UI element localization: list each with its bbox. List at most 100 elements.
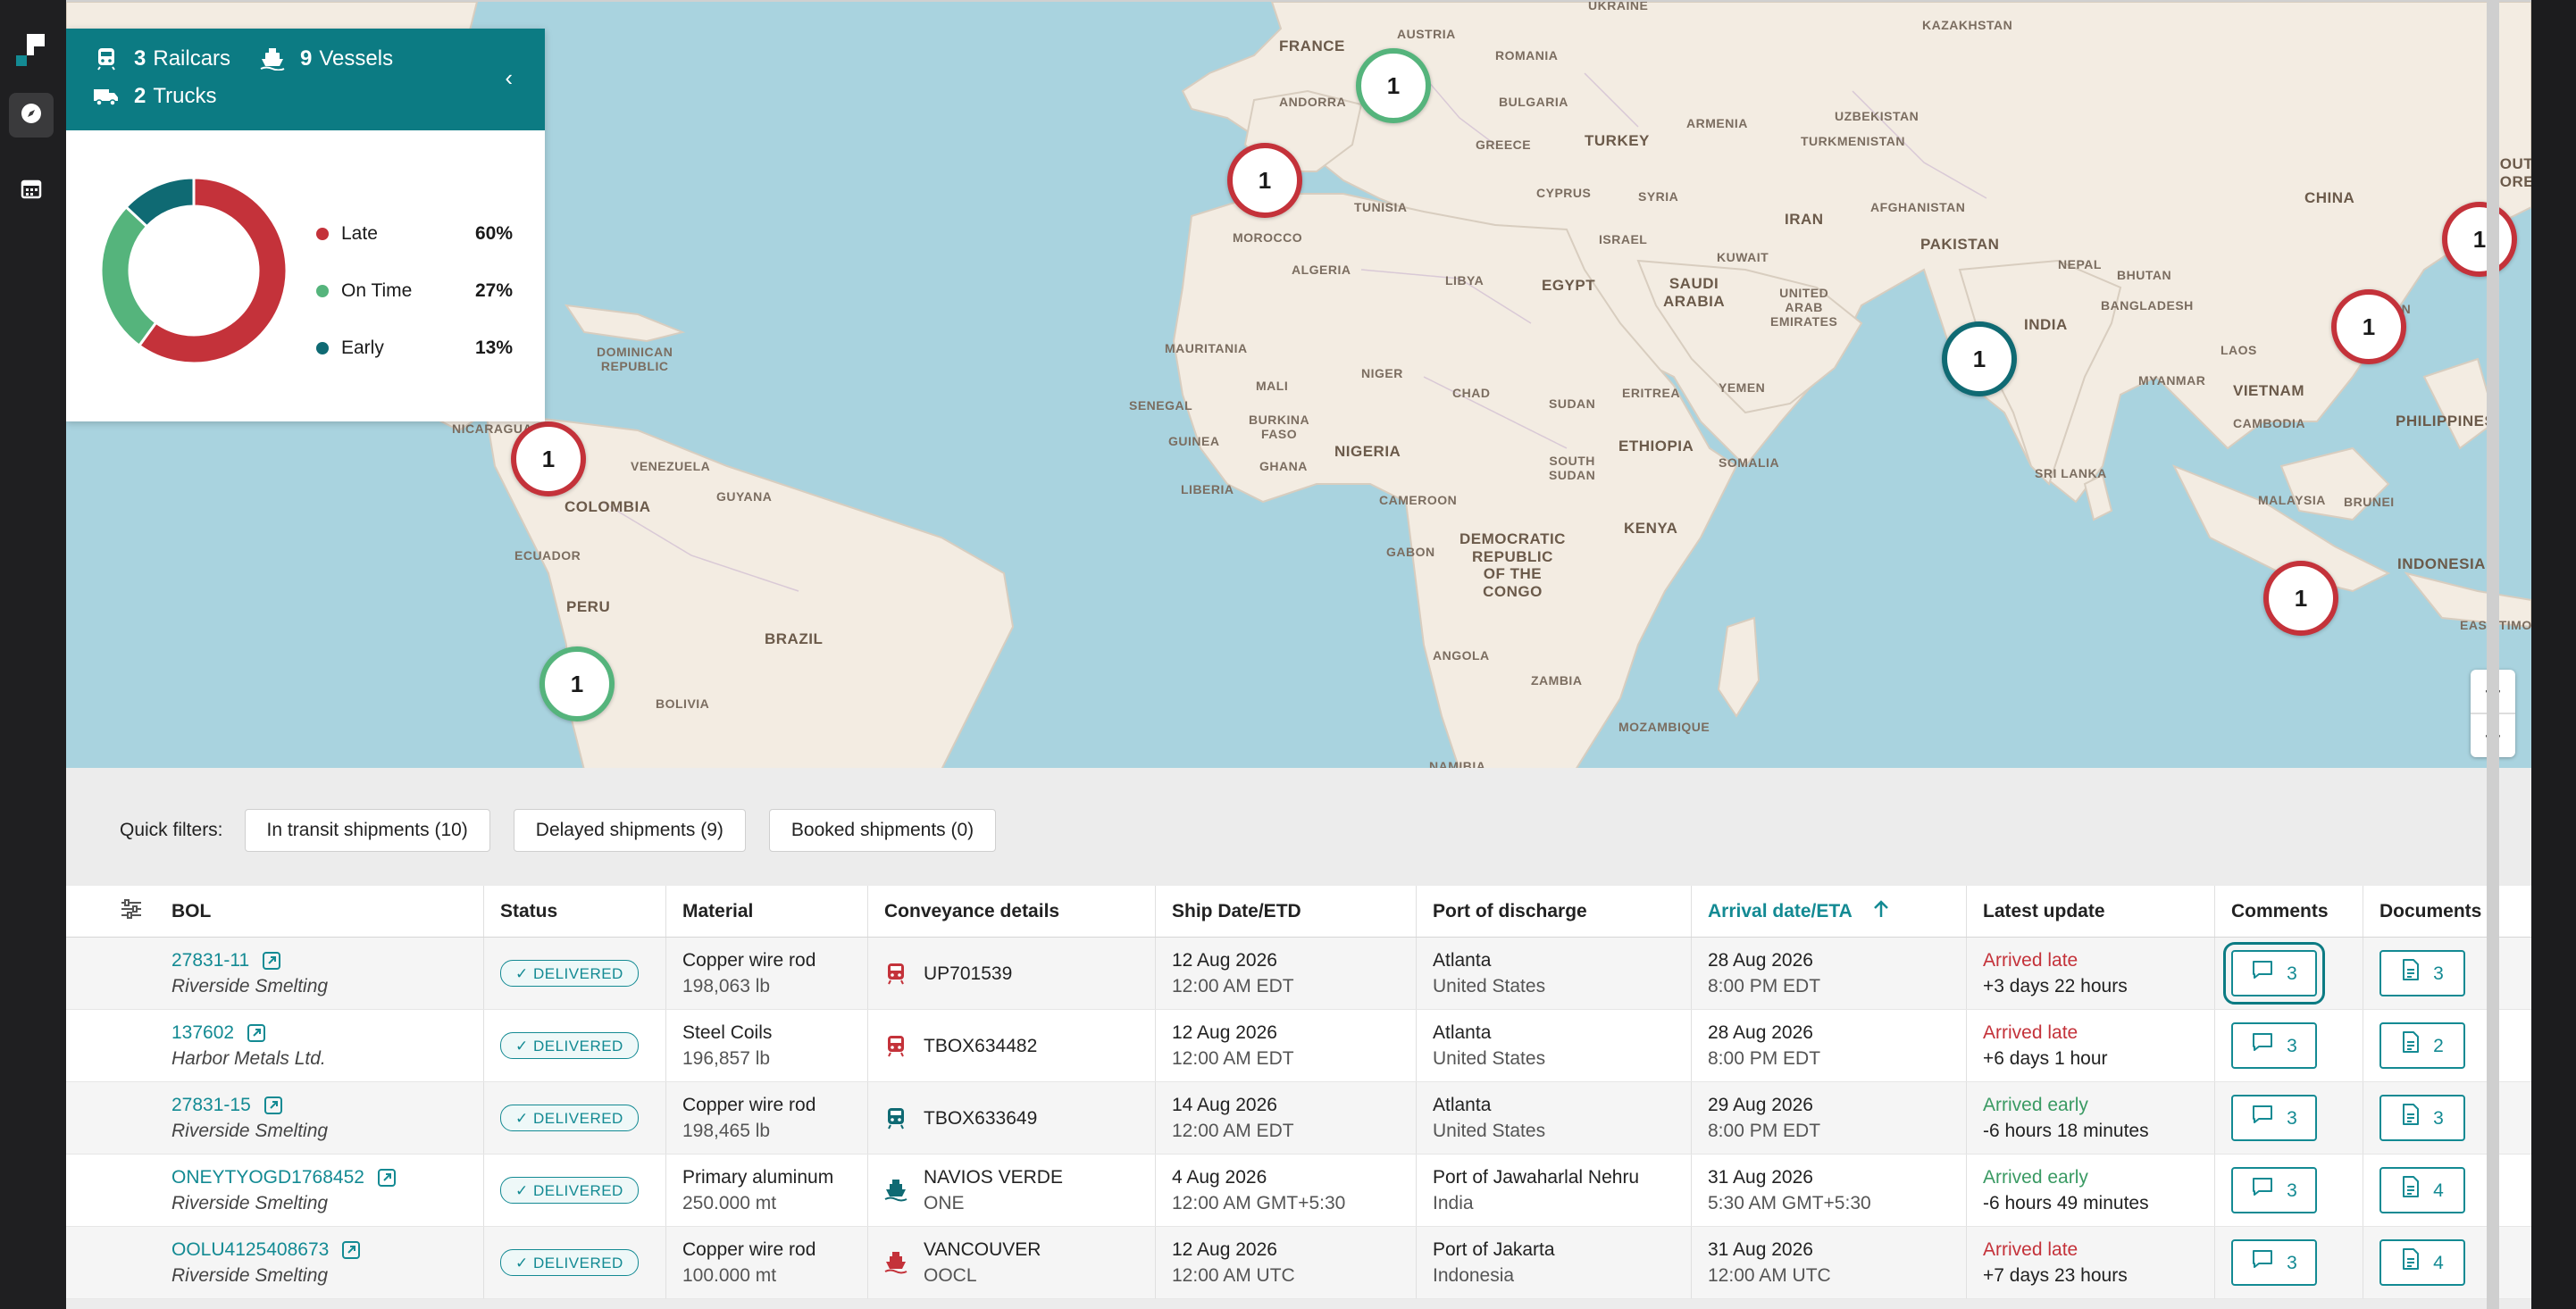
documents-button[interactable]: 4 [2379,1167,2465,1213]
map-label: ROMANIA [1495,48,1559,63]
map-label: KAZAKHSTAN [1922,18,2013,32]
cell-status: ✓ DELIVERED [484,1082,666,1154]
update-detail: +3 days 22 hours [1983,976,2128,996]
app-logo[interactable] [13,32,48,68]
comments-button[interactable]: 3 [2231,1167,2317,1213]
status-donut-chart [100,177,288,364]
bol-link[interactable]: 27831-11 [171,947,483,973]
map-label: MAURITANIA [1165,341,1248,355]
map-label: ISRAEL [1599,232,1648,246]
column-header-status[interactable]: Status [484,886,666,937]
documents-button[interactable]: 2 [2379,1022,2465,1069]
map-label: ZAMBIA [1531,673,1583,688]
map-label: AUSTRIA [1397,27,1456,41]
column-settings-icon[interactable] [120,898,143,925]
documents-button[interactable]: 3 [2379,950,2465,996]
nav-explore-button[interactable] [9,93,54,138]
map-cluster-marker[interactable]: 1 [1942,321,2017,396]
open-external-icon[interactable] [377,1168,397,1188]
bol-link[interactable]: OOLU4125408673 [171,1237,483,1263]
bol-link[interactable]: ONEYTYOGD1768452 [171,1164,483,1190]
page-scrollbar[interactable] [2487,0,2499,1309]
nav-calendar-button[interactable] [9,168,54,213]
column-header-comments[interactable]: Comments [2215,886,2363,937]
collapse-panel-button[interactable]: ‹ [505,64,513,92]
table-row[interactable]: OOLU4125408673 Riverside Smelting ✓ DELI… [66,1227,2531,1299]
quick-filters: Quick filters: In transit shipments (10)… [120,809,1019,852]
legend-percent: 13% [474,338,513,358]
cell-material: Copper wire rod 198,063 lb [666,938,868,1009]
comments-count: 3 [2287,1180,2297,1201]
table-body: 27831-11 Riverside Smelting ✓ DELIVERED … [66,938,2531,1299]
map-label: NIGER [1361,366,1403,380]
column-header-port[interactable]: Port of discharge [1417,886,1692,937]
column-header-bol[interactable]: BOL [66,886,484,937]
bol-link[interactable]: 137602 [171,1020,483,1046]
map-label: SRI LANKA [2035,466,2107,480]
map-cluster-marker[interactable]: 1 [2331,289,2406,364]
map-label: ANGOLA [1433,648,1490,663]
bol-number[interactable]: OOLU4125408673 [171,1237,329,1263]
table-row[interactable]: 137602 Harbor Metals Ltd. ✓ DELIVERED St… [66,1010,2531,1082]
column-header-arrival[interactable]: Arrival date/ETA [1692,886,1967,937]
port-name: Port of Jawaharlal Nehru [1433,1167,1640,1188]
status-badge: ✓ DELIVERED [500,1105,639,1131]
map-cluster-marker[interactable]: 1 [2442,202,2517,277]
column-header-conveyance[interactable]: Conveyance details [868,886,1156,937]
donut-slice-on-time[interactable] [100,204,158,348]
map-label: NAMIBIA [1429,759,1486,768]
map-label: PERU [566,598,611,615]
map-label: VENEZUELA [631,459,711,473]
column-header-ship-date[interactable]: Ship Date/ETD [1156,886,1417,937]
map-label: SYRIA [1638,189,1679,204]
map-cluster-marker[interactable]: 1 [2263,561,2338,636]
table-row[interactable]: ONEYTYOGD1768452 Riverside Smelting ✓ DE… [66,1155,2531,1227]
bol-number[interactable]: 27831-11 [171,947,249,973]
open-external-icon[interactable] [247,1023,266,1043]
map-cluster-marker[interactable]: 1 [1227,143,1302,218]
map-label: LIBERIA [1181,482,1234,496]
conveyance-id: TBOX634482 [924,1035,1038,1056]
bol-number[interactable]: ONEYTYOGD1768452 [171,1164,364,1190]
legend-label: On Time [341,280,413,301]
bol-number[interactable]: 137602 [171,1020,234,1046]
bol-number[interactable]: 27831-15 [171,1092,251,1118]
filter-chip-in-transit[interactable]: In transit shipments (10) [244,809,490,852]
compass-icon [19,101,44,130]
port-name: Atlanta [1433,1095,1492,1115]
port-name: Atlanta [1433,950,1492,971]
map-label: MYANMAR [2138,373,2206,388]
filter-chip-booked[interactable]: Booked shipments (0) [768,809,997,852]
column-label: BOL [171,900,212,921]
comments-button[interactable]: 3 [2231,1095,2317,1141]
map-label: GREECE [1476,138,1532,152]
table-row[interactable]: 27831-11 Riverside Smelting ✓ DELIVERED … [66,938,2531,1010]
column-header-latest-update[interactable]: Latest update [1967,886,2215,937]
map-label: INDIA [2024,316,2068,333]
documents-button[interactable]: 3 [2379,1095,2465,1141]
comments-button[interactable]: 3 [2223,942,2325,1005]
conveyance-summary-header: 3 Railcars 9 Vessels 2 Trucks ‹ [66,29,545,130]
conveyance-text: UP701539 [924,961,1012,987]
column-header-material[interactable]: Material [666,886,868,937]
sort-ascending-icon[interactable] [1872,899,1890,924]
map-label: COLOMBIA [565,498,651,515]
filter-chip-delayed[interactable]: Delayed shipments (9) [513,809,746,852]
map-cluster-marker[interactable]: 1 [511,421,586,496]
open-external-icon[interactable] [262,951,281,971]
column-header-documents[interactable]: Documents [2363,886,2530,937]
bol-link[interactable]: 27831-15 [171,1092,483,1118]
arrival-time: 5:30 AM GMT+5:30 [1708,1193,1871,1213]
table-row[interactable]: 27831-15 Riverside Smelting ✓ DELIVERED … [66,1082,2531,1155]
update-status: Arrived late [1983,1022,2078,1043]
documents-button[interactable]: 4 [2379,1239,2465,1286]
map-cluster-marker[interactable]: 1 [539,646,615,721]
map-cluster-marker[interactable]: 1 [1356,48,1431,123]
open-external-icon[interactable] [341,1240,361,1260]
open-external-icon[interactable] [263,1096,283,1115]
cell-conveyance: NAVIOS VERDE ONE [868,1155,1156,1226]
comments-button[interactable]: 3 [2231,1022,2317,1069]
cell-latest-update: Arrived late +7 days 23 hours [1967,1227,2215,1298]
comments-button[interactable]: 3 [2231,1239,2317,1286]
cell-status: ✓ DELIVERED [484,1227,666,1298]
